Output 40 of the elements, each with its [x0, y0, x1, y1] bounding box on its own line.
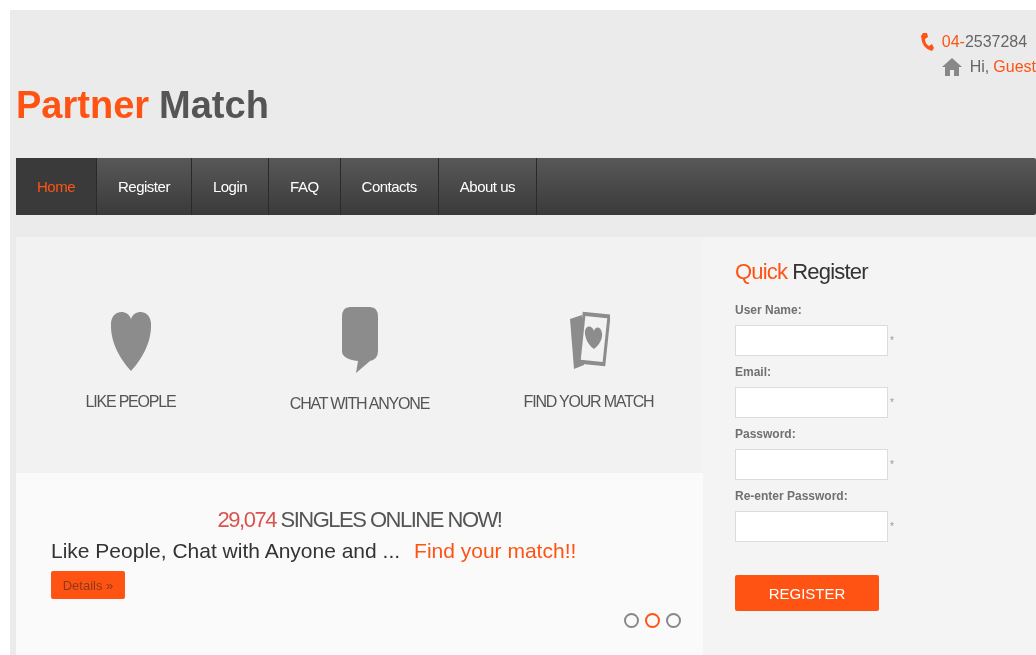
nav-item[interactable]: FAQ	[269, 158, 341, 215]
heart-icon	[109, 309, 152, 371]
home-icon	[941, 58, 962, 76]
online-count: 29,074	[217, 507, 276, 531]
speech-bubble-icon	[341, 307, 378, 373]
panel-title: Quick	[735, 259, 788, 285]
nav-item[interactable]: Contacts	[340, 158, 439, 215]
required-mark: *	[890, 397, 894, 408]
input-field[interactable]	[735, 387, 888, 418]
required-mark: *	[890, 335, 894, 346]
input-field[interactable]	[735, 511, 888, 542]
slider-dot[interactable]	[666, 613, 681, 628]
phone-icon	[919, 32, 934, 52]
slide-text: Like People, Chat with Anyone and ...	[51, 539, 401, 563]
cards-icon	[567, 309, 610, 371]
field-label: Password:	[735, 427, 797, 441]
nav-item[interactable]: Home	[16, 158, 97, 215]
slider-dot[interactable]	[645, 613, 660, 628]
logo-text: Partner	[16, 84, 150, 128]
required-mark: *	[890, 459, 894, 470]
greeting-text: Hi,	[969, 58, 990, 76]
nav-item[interactable]: Register	[97, 158, 192, 215]
field-label: User Name:	[735, 303, 803, 317]
field-label: Email:	[735, 365, 772, 379]
nav-item[interactable]: Login	[191, 158, 270, 215]
panel-title: Register	[792, 259, 868, 285]
required-mark: *	[890, 521, 894, 532]
input-field[interactable]	[735, 449, 888, 480]
logo-text: Match	[159, 84, 269, 128]
field-label: Re-enter Password:	[735, 489, 849, 503]
phone-area-code: 04-	[941, 33, 965, 50]
feature-label: CHAT WITH ANYONE	[289, 395, 430, 413]
slider-dot[interactable]	[624, 613, 639, 628]
input-field[interactable]	[735, 325, 888, 356]
feature-label: FIND YOUR MATCH	[523, 393, 654, 411]
phone-number: 2537284	[964, 33, 1028, 50]
slide-highlight: Find your match!!	[414, 539, 577, 563]
feature-label: LIKE PEOPLE	[85, 393, 176, 411]
nav-item[interactable]: About us	[438, 158, 537, 215]
online-text: SINGLES ONLINE NOW!	[280, 507, 502, 531]
